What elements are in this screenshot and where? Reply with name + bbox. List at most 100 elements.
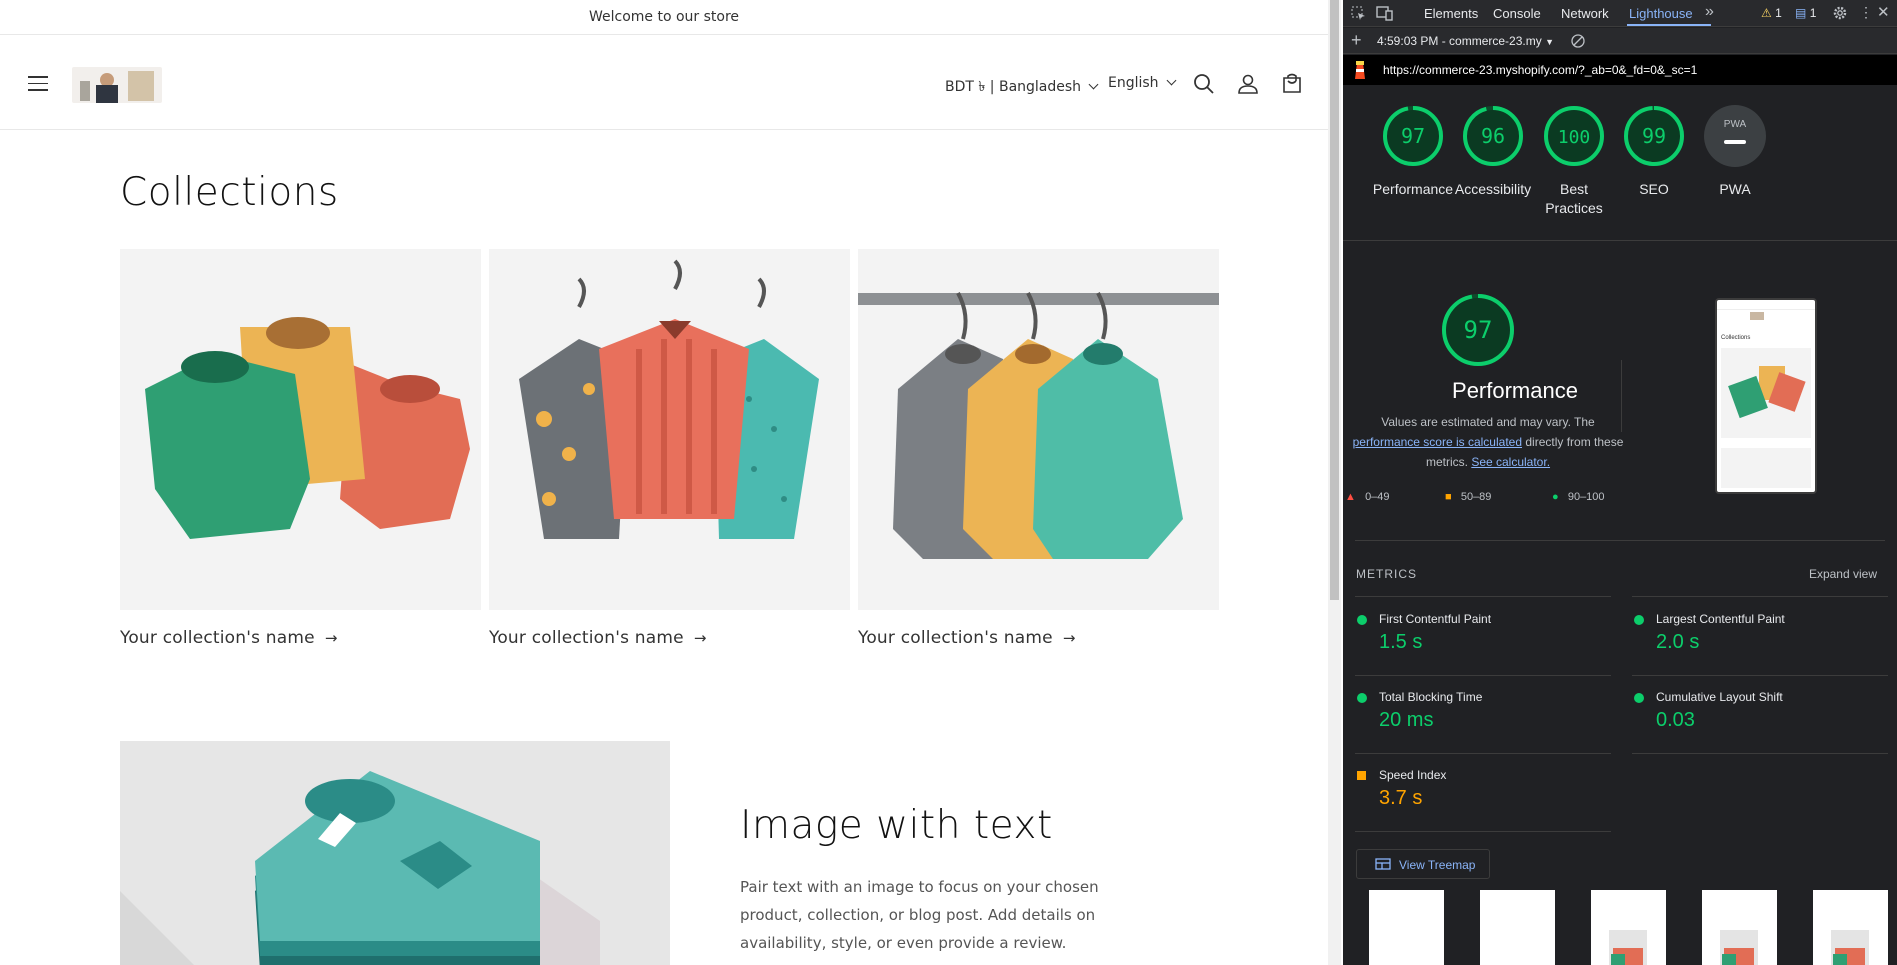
tab-network[interactable]: Network [1561, 6, 1609, 21]
pwa-badge-icon[interactable]: PWA [1703, 104, 1767, 168]
report-selector-label: 4:59:03 PM - commerce-23.my [1377, 34, 1542, 48]
collection-card-link[interactable]: Your collection's name → [120, 628, 338, 648]
view-treemap-label: View Treemap [1399, 858, 1476, 872]
filmstrip-frame [1813, 890, 1888, 965]
score-value: 100 [1558, 127, 1591, 148]
clear-report-icon[interactable] [1571, 34, 1585, 48]
device-toolbar-icon[interactable] [1376, 6, 1393, 21]
sweaters-on-rack-illustration [858, 292, 1219, 559]
performance-description: Values are estimated and may vary. The p… [1343, 412, 1633, 472]
currency-selector-label: BDT ৳ | Bangladesh [945, 79, 1082, 95]
lighthouse-logo-icon [1355, 61, 1365, 79]
triangle-icon: ▲ [1345, 491, 1356, 503]
metric-name: Speed Index [1379, 768, 1447, 782]
collection-card-link[interactable]: Your collection's name → [858, 628, 1076, 648]
chevron-down-icon [1088, 79, 1099, 90]
metric-value: 2.0 s [1656, 631, 1700, 653]
score-label: PWA [1719, 181, 1751, 197]
devtools-panel: Elements Console Network Lighthouse » ⚠ … [1343, 0, 1897, 965]
report-selector[interactable]: 4:59:03 PM - commerce-23.my ▼ [1377, 34, 1554, 48]
announcement-bar: Welcome to our store [0, 0, 1328, 35]
warnings-badge[interactable]: ⚠ 1 [1761, 6, 1782, 20]
circle-icon: ● [1552, 491, 1559, 503]
inspect-element-icon[interactable] [1351, 6, 1366, 21]
language-selector-label: English [1108, 75, 1159, 91]
image-with-text-title: Image with text [740, 803, 1053, 848]
average-square-icon [1357, 771, 1366, 780]
currency-selector[interactable]: BDT ৳ | Bangladesh [945, 75, 1099, 99]
collection-card-link[interactable]: Your collection's name → [489, 628, 707, 648]
arrow-right-icon: → [693, 629, 707, 647]
folded-shirt-illustration [120, 771, 600, 965]
filmstrip-frame [1369, 890, 1444, 965]
messages-count: 1 [1809, 6, 1817, 20]
desc-text: metrics. [1425, 455, 1468, 469]
view-treemap-button[interactable]: View Treemap [1356, 849, 1490, 879]
desc-text: directly from these [1525, 435, 1624, 449]
close-icon[interactable]: ✕ [1877, 3, 1890, 21]
new-report-plus-icon[interactable]: + [1351, 30, 1362, 51]
tab-elements[interactable]: Elements [1424, 6, 1478, 21]
collection-card-image[interactable] [120, 249, 481, 610]
image-with-text-image [120, 741, 670, 965]
treemap-icon [1375, 858, 1391, 870]
arrow-right-icon: → [1062, 629, 1076, 647]
filmstrip-frame [1702, 890, 1777, 965]
settings-gear-icon[interactable] [1832, 5, 1848, 21]
pass-dot-icon [1357, 615, 1367, 625]
tab-lighthouse[interactable]: Lighthouse [1629, 6, 1693, 21]
metric-value: 3.7 s [1379, 787, 1423, 809]
messages-badge[interactable]: ▤ 1 [1795, 6, 1816, 20]
performance-heading: Performance [1452, 378, 1578, 403]
collection-card-label: Your collection's name [489, 628, 684, 648]
collection-card-image[interactable] [489, 249, 850, 610]
language-selector[interactable]: English [1108, 75, 1177, 91]
expand-view-toggle[interactable]: Expand view [1809, 567, 1877, 581]
metric-name: Largest Contentful Paint [1656, 612, 1785, 626]
score-gauge[interactable]: 99 [1622, 104, 1686, 168]
metric-value: 20 ms [1379, 709, 1434, 731]
legend-pass: ● 90–100 [1552, 491, 1605, 503]
scrollbar-thumb[interactable] [1330, 0, 1339, 600]
performance-gauge-large: 97 [1442, 294, 1514, 366]
pass-dot-icon [1634, 615, 1644, 625]
collections-title: Collections [120, 170, 339, 215]
store-logo[interactable] [72, 67, 162, 103]
score-calculated-link[interactable]: performance score is calculated [1353, 435, 1522, 449]
score-gauge[interactable]: 97 [1381, 104, 1445, 168]
search-icon[interactable] [1192, 72, 1216, 96]
metric-name: Total Blocking Time [1379, 690, 1483, 704]
score-gauge[interactable]: 96 [1461, 104, 1525, 168]
page-scrollbar[interactable] [1328, 0, 1341, 965]
filmstrip-frame [1591, 890, 1666, 965]
metric-name: Cumulative Layout Shift [1656, 690, 1783, 704]
collection-card-image[interactable] [858, 249, 1219, 610]
performance-score-large: 97 [1464, 316, 1493, 344]
more-tabs-icon[interactable]: » [1705, 3, 1714, 21]
page-screenshot-preview[interactable]: Collections [1715, 298, 1817, 494]
legend-label: 90–100 [1567, 491, 1605, 503]
score-gauge[interactable]: 100 [1542, 104, 1606, 168]
pass-dot-icon [1634, 693, 1644, 703]
menu-icon[interactable] [28, 76, 48, 91]
metric-value: 1.5 s [1379, 631, 1423, 653]
pass-dot-icon [1357, 693, 1367, 703]
devtools-tabbar: Elements Console Network Lighthouse » ⚠ … [1343, 0, 1897, 27]
see-calculator-link[interactable]: See calculator. [1471, 455, 1550, 469]
dropdown-arrow-icon: ▼ [1545, 37, 1554, 47]
cart-icon[interactable] [1280, 72, 1304, 96]
report-url[interactable]: https://commerce-23.myshopify.com/?_ab=0… [1383, 63, 1697, 77]
shirts-folded-illustration [145, 317, 470, 539]
metric-name: First Contentful Paint [1379, 612, 1492, 626]
preview-title: Collections [1721, 335, 1751, 341]
more-options-icon[interactable]: ⋮ [1859, 4, 1873, 21]
collection-card-label: Your collection's name [120, 628, 315, 648]
collection-card-label: Your collection's name [858, 628, 1053, 648]
tab-console[interactable]: Console [1493, 6, 1541, 21]
warnings-count: 1 [1775, 6, 1782, 20]
legend-label: 50–89 [1460, 491, 1492, 503]
storefront-page: Welcome to our store BDT ৳ | Bangladesh … [0, 0, 1328, 965]
account-icon[interactable] [1236, 72, 1260, 96]
score-value: 97 [1401, 124, 1425, 148]
score-value: 96 [1481, 124, 1505, 148]
